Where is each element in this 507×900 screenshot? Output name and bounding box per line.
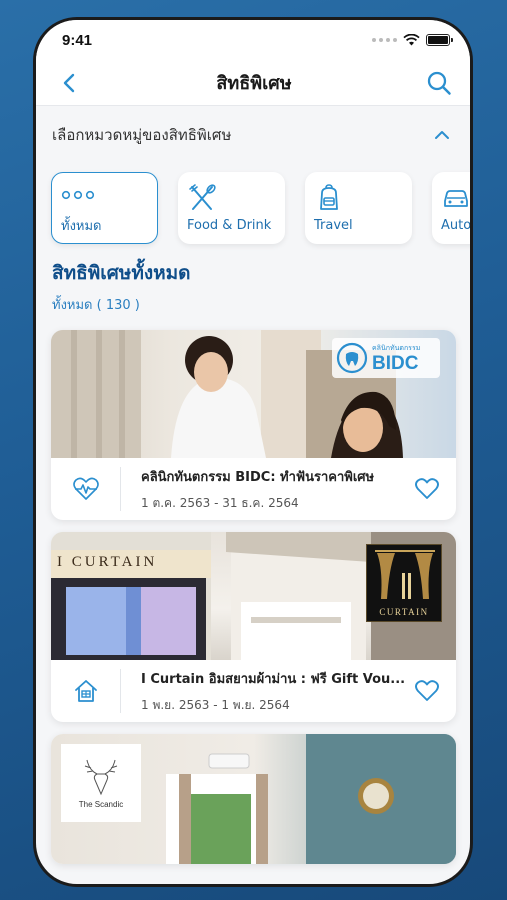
deal-card[interactable]: I CURTAIN CURTAIN I Curtain อิมสยามผ้าม่… (51, 532, 456, 722)
status-icons (372, 34, 453, 46)
category-chip-travel[interactable]: Travel (305, 172, 412, 244)
deal-date: 1 ต.ค. 2563 - 31 ธ.ค. 2564 (141, 495, 299, 510)
category-chip-label: ทั้งหมด (61, 218, 102, 234)
app-screen: 9:41 สิทธิพิเศษ เลือกหมวดหมู่ของสิทธิพิเ… (36, 20, 470, 884)
bidc-logo: คลินิกทันตกรรม BIDC (332, 338, 440, 378)
category-chip-label: Auto (441, 217, 470, 233)
deal-text: I Curtain อิมสยามผ้าม่าน : ฟรี Gift Vou.… (121, 668, 406, 715)
bidc-logo-text: BIDC (372, 353, 419, 374)
back-button[interactable] (54, 68, 84, 98)
search-icon (427, 71, 451, 95)
deal-title: คลินิกทันตกรรม BIDC: ทำฟันราคาพิเศษ (141, 469, 375, 485)
car-icon (441, 184, 470, 212)
deal-card[interactable]: The Scandic (51, 734, 456, 864)
favorite-button[interactable] (414, 678, 440, 704)
deal-text: คลินิกทันตกรรม BIDC: ทำฟันราคาพิเศษ 1 ต.… (121, 466, 406, 513)
category-chip-food-drink[interactable]: Food & Drink (178, 172, 285, 244)
scandic-logo-text: The Scandic (78, 799, 124, 809)
chevron-up-icon[interactable] (434, 130, 450, 140)
scandic-logo: The Scandic (61, 744, 141, 822)
phone-frame: 9:41 สิทธิพิเศษ เลือกหมวดหมู่ของสิทธิพิเ… (33, 17, 473, 887)
deal-list: คลินิกทันตกรรม BIDC คลินิกทันตกรรม BIDC:… (36, 330, 470, 864)
heart-icon (415, 680, 439, 701)
signal-dots-icon (372, 38, 397, 42)
dots-icon (61, 181, 157, 209)
category-chip-all[interactable]: ทั้งหมด (51, 172, 158, 244)
deal-card[interactable]: คลินิกทันตกรรม BIDC คลินิกทันตกรรม BIDC:… (51, 330, 456, 520)
status-bar: 9:41 (36, 20, 470, 60)
deal-category (51, 669, 121, 713)
category-chips: ทั้งหมด Food & Drink Travel Auto (36, 164, 470, 254)
category-chip-auto[interactable]: Auto (432, 172, 470, 244)
deal-date: 1 พ.ย. 2563 - 1 พ.ย. 2564 (141, 697, 290, 712)
category-chip-label: Food & Drink (187, 217, 272, 233)
home-icon (74, 680, 97, 702)
deer-icon (84, 759, 118, 795)
curtain-logo-text: CURTAIN (379, 607, 429, 617)
favorite-button[interactable] (414, 476, 440, 502)
section-count: ทั้งหมด ( 130 ) (52, 298, 140, 313)
backpack-icon (314, 183, 412, 212)
battery-icon (426, 34, 453, 46)
deal-image: I CURTAIN CURTAIN (51, 532, 456, 660)
section-header: สิทธิพิเศษทั้งหมด ทั้งหมด ( 130 ) (36, 254, 470, 330)
deal-image: The Scandic (51, 734, 456, 864)
deal-info: I Curtain อิมสยามผ้าม่าน : ฟรี Gift Vou.… (51, 660, 456, 722)
curtain-icon (375, 550, 435, 599)
curtain-logo: CURTAIN (366, 544, 442, 622)
deal-image: คลินิกทันตกรรม BIDC (51, 330, 456, 458)
deal-title: I Curtain อิมสยามผ้าม่าน : ฟรี Gift Vou.… (141, 671, 406, 687)
deal-info: คลินิกทันตกรรม BIDC: ทำฟันราคาพิเศษ 1 ต.… (51, 458, 456, 520)
search-button[interactable] (424, 68, 454, 98)
wifi-icon (403, 34, 420, 46)
nav-bar: สิทธิพิเศษ (36, 60, 470, 106)
deal-category (51, 467, 121, 511)
fork-knife-icon (187, 183, 285, 212)
status-time: 9:41 (62, 31, 93, 49)
chevron-left-icon (63, 73, 75, 92)
tooth-icon (336, 342, 368, 374)
category-selector[interactable]: เลือกหมวดหมู่ของสิทธิพิเศษ (36, 106, 470, 164)
heart-icon (415, 478, 439, 499)
heartbeat-icon (72, 477, 99, 500)
section-title: สิทธิพิเศษทั้งหมด (52, 262, 191, 284)
store-sign: I CURTAIN (57, 554, 158, 570)
page-title: สิทธิพิเศษ (216, 73, 292, 94)
category-selector-label: เลือกหมวดหมู่ของสิทธิพิเศษ (52, 126, 232, 144)
category-chip-label: Travel (314, 217, 353, 233)
